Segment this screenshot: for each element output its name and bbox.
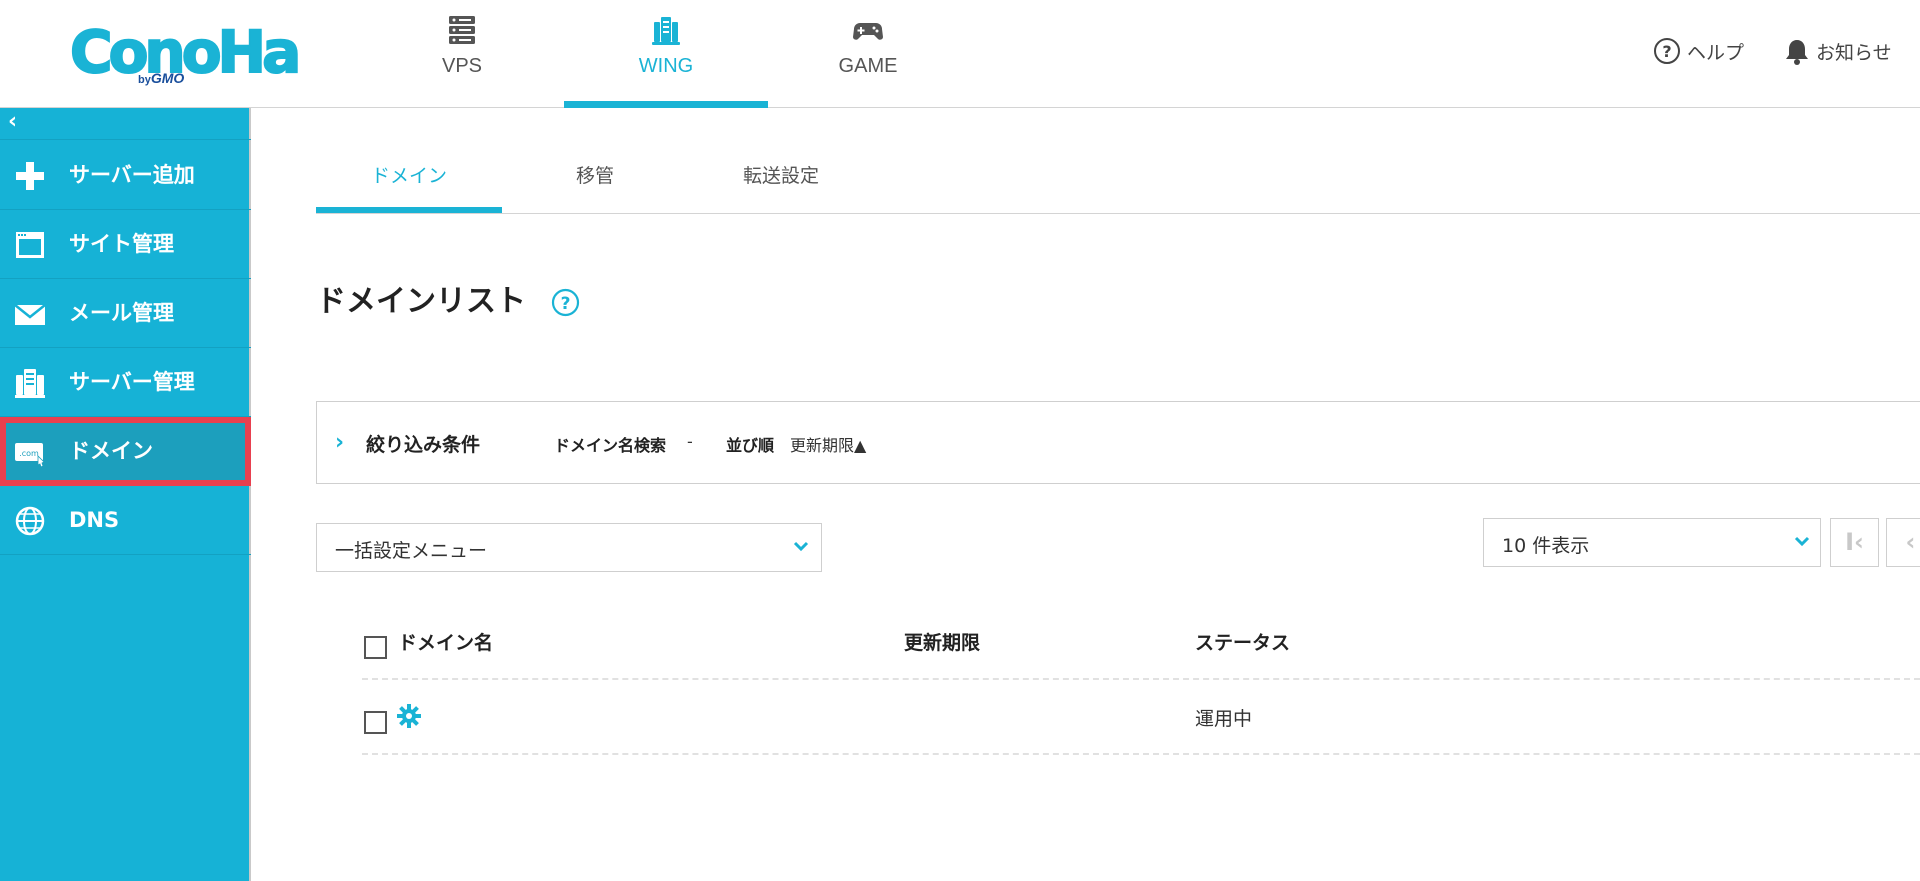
gear-icon[interactable] <box>396 703 422 729</box>
filter-title: 絞り込み条件 <box>366 434 481 456</box>
sidebar-item-label: ドメイン <box>69 439 153 463</box>
tab-game[interactable]: GAME <box>766 0 970 108</box>
sidebar-item-label: サイト管理 <box>69 232 174 256</box>
window-icon <box>16 232 44 258</box>
column-header-expiry[interactable]: 更新期限 <box>904 628 980 655</box>
bulk-settings-value: 一括設定メニュー <box>335 540 488 562</box>
select-all-checkbox[interactable] <box>364 636 387 659</box>
chevron-down-icon <box>793 541 809 552</box>
sidebar-item-add-server[interactable]: サーバー追加 <box>0 141 251 210</box>
sidebar-item-label: DNS <box>69 508 120 532</box>
first-page-button[interactable]: I‹ <box>1830 518 1879 567</box>
sidebar-item-site[interactable]: サイト管理 <box>0 210 251 279</box>
bell-icon <box>1786 40 1808 65</box>
per-page-select[interactable]: 10 件表示 <box>1483 518 1821 567</box>
tab-vps[interactable]: VPS <box>360 0 564 108</box>
gamepad-icon <box>853 23 883 40</box>
tab-game-label: GAME <box>838 55 898 77</box>
notice-label: お知らせ <box>1816 41 1892 64</box>
prev-page-button[interactable]: ‹ <box>1886 518 1920 567</box>
sidebar-item-domain[interactable]: .com ドメイン <box>0 417 251 486</box>
filter-sort-value: 更新期限▲ <box>790 436 867 455</box>
subtab-transfer[interactable]: 移管 <box>502 150 688 214</box>
bulk-settings-select[interactable]: 一括設定メニュー <box>316 523 822 572</box>
subtab-domain[interactable]: ドメイン <box>316 150 502 214</box>
sidebar: ‹ サーバー追加 サイト管理 メール管理 サーバー管理 .com ドメイン DN… <box>0 108 251 881</box>
sidebar-item-label: サーバー管理 <box>69 370 195 394</box>
top-header: ConoHa byGMO VPS WING GAME ? ヘルプ お知らせ <box>0 0 1920 108</box>
filter-search-key: ドメイン名検索 <box>554 436 667 455</box>
logo-sub-prefix: by <box>138 74 151 86</box>
help-circle-icon: ? <box>1654 38 1680 64</box>
sidebar-item-mail[interactable]: メール管理 <box>0 279 251 348</box>
globe-icon <box>15 506 45 536</box>
table-row-divider <box>362 753 1920 755</box>
logo-sub: byGMO <box>138 70 184 86</box>
help-label: ヘルプ <box>1687 41 1745 64</box>
wing-icon <box>652 17 680 45</box>
notice-link[interactable]: お知らせ <box>1784 36 1892 66</box>
sidebar-item-server-manage[interactable]: サーバー管理 <box>0 348 251 417</box>
filter-sort-key: 並び順 <box>726 436 775 455</box>
filter-search-value: - <box>687 432 693 451</box>
logo-sub-brand: GMO <box>150 70 185 86</box>
svg-text:?: ? <box>1662 42 1671 61</box>
page-title: ドメインリスト <box>316 284 526 319</box>
domain-com-icon: .com <box>15 443 45 468</box>
filter-panel[interactable]: › 絞り込み条件 ドメイン名検索 - 並び順 更新期限▲ <box>316 401 1920 484</box>
row-checkbox[interactable] <box>364 711 387 734</box>
svg-text:?: ? <box>561 294 571 314</box>
tab-wing-label: WING <box>638 55 694 77</box>
tab-vps-label: VPS <box>441 55 483 77</box>
help-link[interactable]: ? ヘルプ <box>1653 36 1744 66</box>
chevron-left-icon: ‹ <box>8 109 18 134</box>
server-manage-icon <box>15 369 45 398</box>
table-header-divider <box>362 678 1920 680</box>
sidebar-item-label: メール管理 <box>69 301 174 325</box>
sidebar-collapse-button[interactable]: ‹ <box>0 108 251 140</box>
column-header-domain[interactable]: ドメイン名 <box>398 628 493 655</box>
subtab-divider <box>316 213 1920 214</box>
sidebar-item-label: サーバー追加 <box>69 163 195 187</box>
sidebar-item-dns[interactable]: DNS <box>0 486 251 555</box>
subtab-forwarding[interactable]: 転送設定 <box>688 150 874 214</box>
chevron-down-icon <box>1794 536 1810 547</box>
per-page-value: 10 件表示 <box>1502 535 1590 557</box>
svg-text:.com: .com <box>19 449 39 458</box>
server-icon <box>449 16 475 44</box>
column-header-status[interactable]: ステータス <box>1195 628 1290 655</box>
help-circle-icon[interactable]: ? <box>551 288 580 317</box>
chevron-right-icon: › <box>335 430 345 455</box>
plus-icon <box>16 162 44 190</box>
mail-icon <box>14 304 46 325</box>
conoha-logo[interactable]: ConoHa byGMO <box>69 14 302 90</box>
row-status: 運用中 <box>1195 708 1253 730</box>
tab-wing[interactable]: WING <box>564 0 768 108</box>
